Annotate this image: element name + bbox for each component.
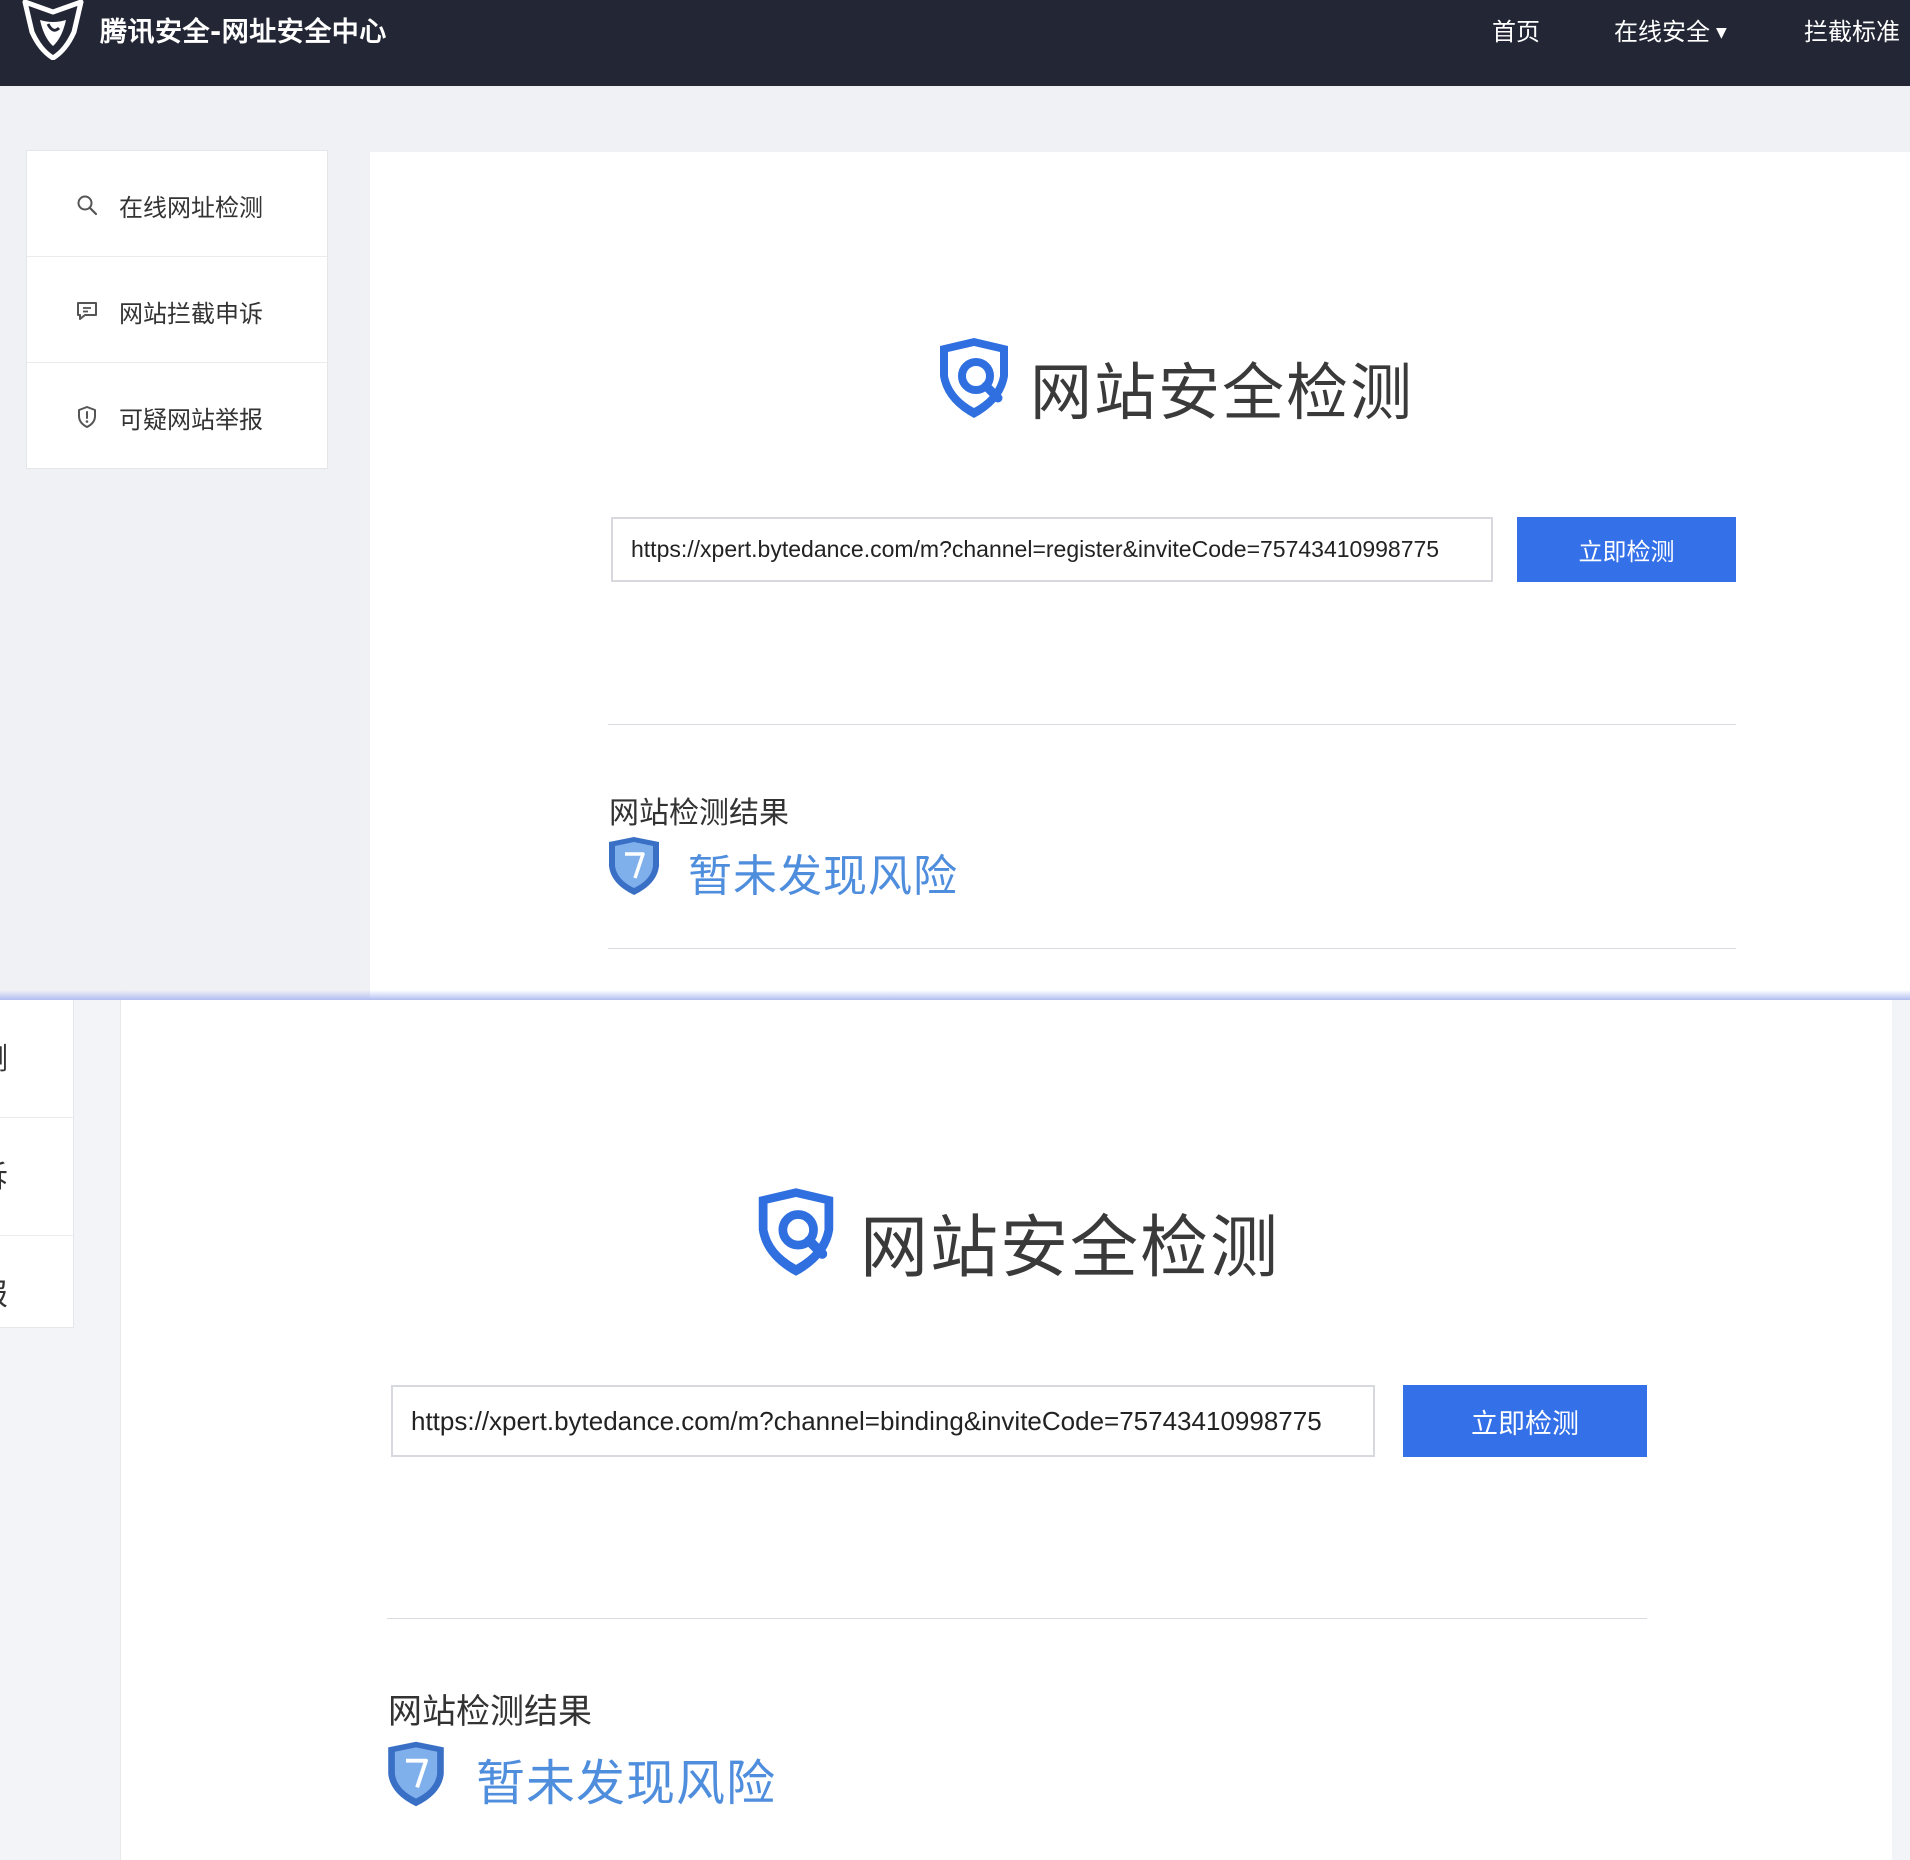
security-scan-logo-icon [940,338,1008,418]
tencent-security-logo-icon[interactable] [22,0,84,60]
sidebar: 在线网址检测 网站拦截申诉 可疑网站举报 [26,150,328,469]
safe-shield-icon [609,837,659,895]
nav-block-standard[interactable]: 拦截标准 [1804,12,1900,47]
sidebar-item-label: 可疑网站举报 [119,406,263,434]
nav-home[interactable]: 首页 [1492,12,1540,47]
sidebar-item-label: 报 [0,1270,8,1314]
divider [608,724,1736,725]
shield-alert-icon [78,406,96,428]
sidebar-item-url-check[interactable]: 测 [0,1000,73,1118]
caret-down-icon: ▼ [1716,25,1727,41]
sidebar-item-label: 在线网址检测 [119,194,263,222]
security-scan-logo-icon [758,1188,834,1276]
sidebar-item-block-appeal[interactable]: 诉 [0,1118,73,1236]
detect-now-button[interactable]: 立即检测 [1403,1385,1647,1457]
result-status: 暂未发现风险 [476,1755,777,1812]
nav-online-security-label: 在线安全 [1614,18,1710,46]
result-status: 暂未发现风险 [688,851,958,902]
divider [608,948,1736,949]
screenshot-bottom: 测 诉 报 网站安全检测 立即检测 网站检测结果 暂未发现风险 [0,1000,1910,1860]
screenshot-seam [0,990,1910,1000]
url-input[interactable] [611,517,1493,582]
url-input[interactable] [391,1385,1375,1457]
safe-shield-icon [388,1741,444,1807]
sidebar-item-report-suspicious[interactable]: 可疑网站举报 [27,363,327,468]
sidebar-item-report-suspicious[interactable]: 报 [0,1236,73,1328]
detect-now-button[interactable]: 立即检测 [1517,517,1736,582]
sidebar-item-label: 诉 [0,1152,8,1196]
screenshot-top: 腾讯安全-网址安全中心 首页 在线安全 ▼ 拦截标准 在线网址检测 网站拦截申诉 [0,0,1910,998]
sidebar-item-url-check[interactable]: 在线网址检测 [27,151,327,257]
result-heading: 网站检测结果 [388,1692,592,1732]
sidebar-item-label: 测 [0,1034,8,1078]
chat-icon [77,302,97,320]
nav-online-security[interactable]: 在线安全 ▼ [1614,12,1727,47]
sidebar-item-block-appeal[interactable]: 网站拦截申诉 [27,257,327,363]
result-heading: 网站检测结果 [609,796,789,831]
sidebar-item-label: 网站拦截申诉 [119,300,263,328]
top-navbar: 腾讯安全-网址安全中心 首页 在线安全 ▼ 拦截标准 [0,0,1910,86]
hero-title: 网站安全检测 [860,1209,1281,1288]
hero-title: 网站安全检测 [1030,356,1415,429]
divider [387,1618,1647,1619]
sidebar-partial: 测 诉 报 [0,1000,74,1328]
search-icon [77,195,98,216]
brand-title[interactable]: 腾讯安全-网址安全中心 [100,10,387,49]
